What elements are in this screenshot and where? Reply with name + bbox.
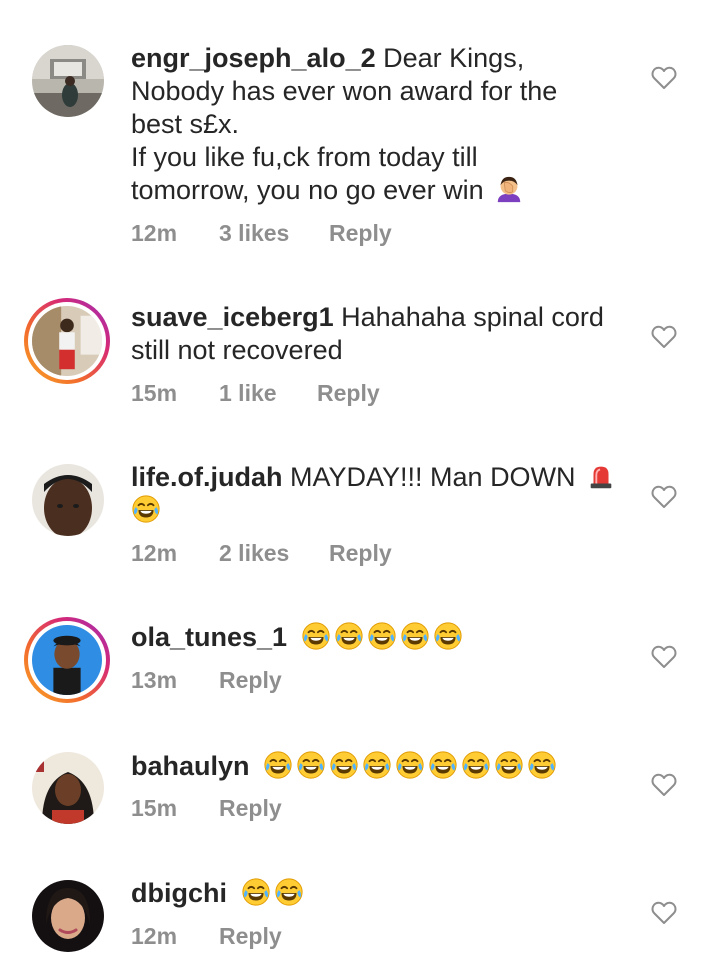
comment-username[interactable]: suave_iceberg1 [131, 302, 334, 332]
laughing-emoji-icon [334, 621, 364, 651]
comment-meta: 15m 1 like Reply [131, 380, 380, 407]
reply-button[interactable]: Reply [329, 540, 392, 567]
comment-likes[interactable]: 3 likes [219, 220, 329, 247]
comment-username[interactable]: life.of.judah [131, 462, 283, 492]
comment-meta: 13m Reply [131, 667, 282, 694]
comment-username[interactable]: engr_joseph_alo_2 [131, 43, 376, 73]
siren-emoji-icon [586, 461, 616, 491]
comment-body: suave_iceberg1 Hahahaha spinal cord stil… [131, 301, 631, 367]
comment-time: 12m [131, 540, 178, 566]
comment-username[interactable]: dbigchi [131, 878, 227, 908]
heart-icon[interactable] [651, 66, 677, 90]
comment-body: ola_tunes_1 [131, 621, 631, 654]
avatar-with-story-ring[interactable] [24, 617, 110, 703]
reply-button[interactable]: Reply [219, 667, 282, 694]
laughing-emoji-run [257, 751, 557, 781]
laughing-emoji-icon [400, 621, 430, 651]
laughing-emoji-icon [131, 494, 161, 524]
comment-time: 12m [131, 220, 178, 246]
comment-meta: 12m 2 likes Reply [131, 540, 392, 567]
comment-likes[interactable]: 1 like [219, 380, 317, 407]
facepalm-emoji-icon [494, 174, 524, 204]
laughing-emoji-icon [274, 877, 304, 907]
comment-text-line: Nobody has ever won award for the [131, 76, 558, 106]
avatar[interactable] [32, 880, 104, 952]
laughing-emoji-icon [362, 750, 392, 780]
laughing-emoji-icon [296, 750, 326, 780]
avatar-image [32, 45, 104, 117]
avatar-image [32, 752, 104, 824]
reply-button[interactable]: Reply [219, 795, 282, 822]
comment-body: dbigchi [131, 877, 631, 910]
comment-text: Hahahaha spinal cord [341, 302, 604, 332]
comment-username[interactable]: ola_tunes_1 [131, 622, 287, 652]
laughing-emoji-icon [527, 750, 557, 780]
comment-meta: 12m 3 likes Reply [131, 220, 392, 247]
comment-time: 12m [131, 923, 178, 949]
comment-text-line: If you like fu,ck from today till [131, 142, 478, 172]
laughing-emoji-icon [395, 750, 425, 780]
reply-button[interactable]: Reply [329, 220, 392, 247]
comment-body: life.of.judah MAYDAY!!! Man DOWN [131, 461, 631, 527]
avatar[interactable] [32, 752, 104, 824]
comment-text-line: still not recovered [131, 335, 343, 365]
laughing-emoji-icon [367, 621, 397, 651]
comment-text: Dear Kings, [383, 43, 525, 73]
comment-time: 15m [131, 380, 178, 406]
comment-time: 13m [131, 667, 178, 693]
heart-icon[interactable] [651, 901, 677, 925]
avatar-image [32, 306, 102, 376]
avatar-with-story-ring[interactable] [24, 298, 110, 384]
avatar-image [32, 625, 102, 695]
comment-meta: 12m Reply [131, 923, 282, 950]
heart-icon[interactable] [651, 645, 677, 669]
comment-likes[interactable]: 2 likes [219, 540, 329, 567]
avatar-image [32, 464, 104, 536]
comment-body: engr_joseph_alo_2 Dear Kings, Nobody has… [131, 42, 631, 207]
reply-button[interactable]: Reply [219, 923, 282, 950]
reply-button[interactable]: Reply [317, 380, 380, 407]
laughing-emoji-icon [263, 750, 293, 780]
comment-text-line: best s£x. [131, 109, 240, 139]
laughing-emoji-icon [433, 621, 463, 651]
heart-icon[interactable] [651, 485, 677, 509]
avatar[interactable] [32, 464, 104, 536]
laughing-emoji-icon [461, 750, 491, 780]
laughing-emoji-icon [494, 750, 524, 780]
comment-time: 15m [131, 795, 178, 821]
laughing-emoji-icon [428, 750, 458, 780]
avatar-image [32, 880, 104, 952]
laughing-emoji-icon [329, 750, 359, 780]
comment-text: MAYDAY!!! Man DOWN [290, 462, 576, 492]
comment-body: bahaulyn [131, 750, 631, 783]
heart-icon[interactable] [651, 773, 677, 797]
comment-meta: 15m Reply [131, 795, 282, 822]
laughing-emoji-run [235, 878, 304, 908]
heart-icon[interactable] [651, 325, 677, 349]
laughing-emoji-icon [301, 621, 331, 651]
avatar[interactable] [32, 45, 104, 117]
laughing-emoji-icon [241, 877, 271, 907]
laughing-emoji-run [295, 622, 463, 652]
comment-text-line: tomorrow, you no go ever win [131, 175, 484, 205]
comment-username[interactable]: bahaulyn [131, 751, 250, 781]
